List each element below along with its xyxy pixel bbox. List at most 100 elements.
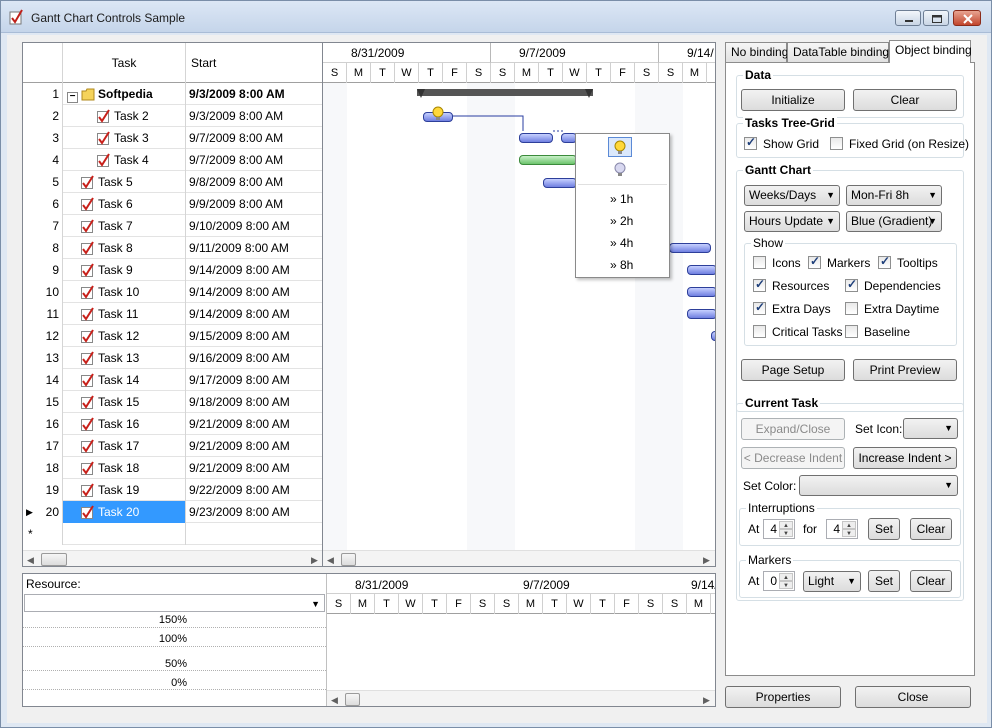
initialize-button[interactable]: Initialize — [741, 89, 845, 111]
spin-down-icon[interactable]: ▼ — [779, 529, 793, 537]
close-window-button[interactable] — [953, 10, 981, 26]
spin-up-icon[interactable]: ▲ — [779, 521, 793, 529]
resource-scroll-thumb[interactable] — [345, 693, 360, 706]
tab-no-binding[interactable]: No binding — [725, 42, 788, 62]
theme-select[interactable]: Blue (Gradient) ▼ — [846, 211, 942, 232]
popup-item-8h[interactable]: » 8h — [610, 258, 633, 272]
start-cell[interactable]: 9/14/2009 8:00 AM — [186, 259, 322, 281]
checkbox-box[interactable] — [753, 277, 766, 292]
table-row[interactable]: 13 Task 13 9/16/2009 8:00 AM — [23, 347, 322, 369]
start-cell[interactable]: 9/21/2009 8:00 AM — [186, 457, 322, 479]
task-bar-9[interactable] — [669, 243, 711, 253]
table-row[interactable]: 15 Task 15 9/18/2009 8:00 AM — [23, 391, 322, 413]
interruption-clear-button[interactable]: Clear — [910, 518, 952, 540]
tab-object-binding[interactable]: Object binding — [889, 40, 972, 63]
task-cell[interactable]: Task 7 — [63, 215, 186, 237]
checkbox-box[interactable] — [808, 254, 821, 269]
column-header-start[interactable]: Start — [186, 43, 322, 83]
grid-scroll-thumb[interactable] — [41, 553, 67, 566]
task-cell[interactable]: Task 18 — [63, 457, 186, 479]
task-cell[interactable]: Task 3 — [63, 127, 186, 149]
task-cell[interactable]: Task 5 — [63, 171, 186, 193]
checkbox-box[interactable] — [753, 325, 766, 338]
show-option-checkbox[interactable]: Tooltips — [878, 254, 938, 270]
start-cell[interactable]: 9/15/2009 8:00 AM — [186, 325, 322, 347]
print-preview-button[interactable]: Print Preview — [853, 359, 957, 381]
update-select[interactable]: Hours Update ▼ — [744, 211, 840, 232]
spin-up-icon[interactable]: ▲ — [779, 573, 793, 581]
start-cell[interactable]: 9/18/2009 8:00 AM — [186, 391, 322, 413]
table-row[interactable]: 6 Task 6 9/9/2009 8:00 AM — [23, 193, 322, 215]
lightbulb-marker-icon[interactable] — [432, 106, 444, 122]
start-cell[interactable]: 9/9/2009 8:00 AM — [186, 193, 322, 215]
set-color-select[interactable]: ▼ — [799, 475, 958, 496]
show-option-checkbox[interactable]: Dependencies — [845, 277, 941, 293]
marker-set-button[interactable]: Set — [868, 570, 900, 592]
show-option-checkbox[interactable]: Critical Tasks — [753, 325, 842, 339]
properties-button[interactable]: Properties — [725, 686, 841, 708]
table-row[interactable]: 17 Task 17 9/21/2009 8:00 AM — [23, 435, 322, 457]
new-row-task[interactable] — [63, 523, 186, 545]
task-cell[interactable]: Task 20 — [63, 501, 186, 523]
expand-close-button[interactable]: Expand/Close — [741, 418, 845, 440]
table-row[interactable]: 16 Task 16 9/21/2009 8:00 AM — [23, 413, 322, 435]
checkbox-box[interactable] — [753, 256, 766, 269]
start-cell[interactable]: 9/23/2009 8:00 AM — [186, 501, 322, 523]
increase-indent-button[interactable]: Increase Indent > — [853, 447, 957, 469]
show-option-checkbox[interactable]: Baseline — [845, 325, 910, 339]
table-row[interactable]: 3 Task 3 9/7/2009 8:00 AM — [23, 127, 322, 149]
checkbox-box[interactable] — [845, 277, 858, 292]
page-setup-button[interactable]: Page Setup — [741, 359, 845, 381]
interruption-for-spinner[interactable]: 4 ▲ ▼ — [826, 519, 858, 539]
scroll-right-icon[interactable]: ▶ — [703, 695, 710, 706]
set-icon-select[interactable]: ▼ — [903, 418, 958, 439]
start-cell[interactable]: 9/17/2009 8:00 AM — [186, 369, 322, 391]
task-cell[interactable]: Task 8 — [63, 237, 186, 259]
resource-select[interactable]: ▼ — [24, 594, 325, 612]
start-cell[interactable]: 9/7/2009 8:00 AM — [186, 149, 322, 171]
task-cell[interactable]: Task 13 — [63, 347, 186, 369]
task-cell[interactable]: Task 19 — [63, 479, 186, 501]
popup-lightbulb-on[interactable] — [608, 137, 632, 157]
task-cell[interactable]: Task 10 — [63, 281, 186, 303]
task-cell[interactable]: Task 16 — [63, 413, 186, 435]
scroll-right-icon[interactable]: ▶ — [311, 555, 318, 566]
popup-item-2h[interactable]: » 2h — [610, 214, 633, 228]
table-row[interactable]: 1− Softpedia 9/3/2009 8:00 AM — [23, 83, 322, 105]
checkbox-box[interactable] — [878, 254, 891, 269]
task-bar-12[interactable] — [687, 309, 715, 319]
spin-up-icon[interactable]: ▲ — [842, 521, 856, 529]
table-row[interactable]: 9 Task 9 9/14/2009 8:00 AM — [23, 259, 322, 281]
task-bar-3[interactable] — [519, 133, 553, 143]
decrease-indent-button[interactable]: < Decrease Indent — [741, 447, 845, 469]
start-cell[interactable]: 9/8/2009 8:00 AM — [186, 171, 322, 193]
column-header-task[interactable]: Task — [63, 43, 186, 83]
table-row[interactable]: 19 Task 19 9/22/2009 8:00 AM — [23, 479, 322, 501]
table-row[interactable]: 14 Task 14 9/17/2009 8:00 AM — [23, 369, 322, 391]
tab-datatable-binding[interactable]: DataTable binding — [787, 42, 889, 62]
scroll-left-icon[interactable]: ◀ — [27, 555, 34, 566]
marker-at-spinner[interactable]: 0 ▲ ▼ — [763, 571, 795, 591]
show-option-checkbox[interactable]: Extra Daytime — [845, 302, 939, 316]
grid-horizontal-scrollbar[interactable]: ◀ ▶ — [23, 550, 322, 566]
task-cell[interactable]: Task 14 — [63, 369, 186, 391]
spin-down-icon[interactable]: ▼ — [779, 581, 793, 589]
chart-scroll-thumb[interactable] — [341, 553, 356, 566]
table-row[interactable]: 4 Task 4 9/7/2009 8:00 AM — [23, 149, 322, 171]
interruption-set-button[interactable]: Set — [868, 518, 900, 540]
show-grid-checkbox[interactable]: Show Grid — [744, 135, 819, 151]
popup-item-1h[interactable]: » 1h — [610, 192, 633, 206]
chart-horizontal-scrollbar[interactable]: ◀ ▶ — [323, 550, 715, 566]
show-grid-box[interactable] — [744, 135, 757, 150]
fixed-grid-checkbox[interactable]: Fixed Grid (on Resize) — [830, 137, 969, 151]
task-cell[interactable]: Task 17 — [63, 435, 186, 457]
task-cell[interactable]: Task 6 — [63, 193, 186, 215]
task-bar-5[interactable] — [519, 155, 577, 165]
clear-data-button[interactable]: Clear — [853, 89, 957, 111]
collapse-icon[interactable]: − — [67, 92, 78, 103]
show-option-checkbox[interactable]: Icons — [753, 256, 801, 270]
checkbox-box[interactable] — [753, 300, 766, 315]
popup-item-4h[interactable]: » 4h — [610, 236, 633, 250]
start-cell[interactable]: 9/3/2009 8:00 AM — [186, 105, 322, 127]
table-row[interactable]: 5 Task 5 9/8/2009 8:00 AM — [23, 171, 322, 193]
